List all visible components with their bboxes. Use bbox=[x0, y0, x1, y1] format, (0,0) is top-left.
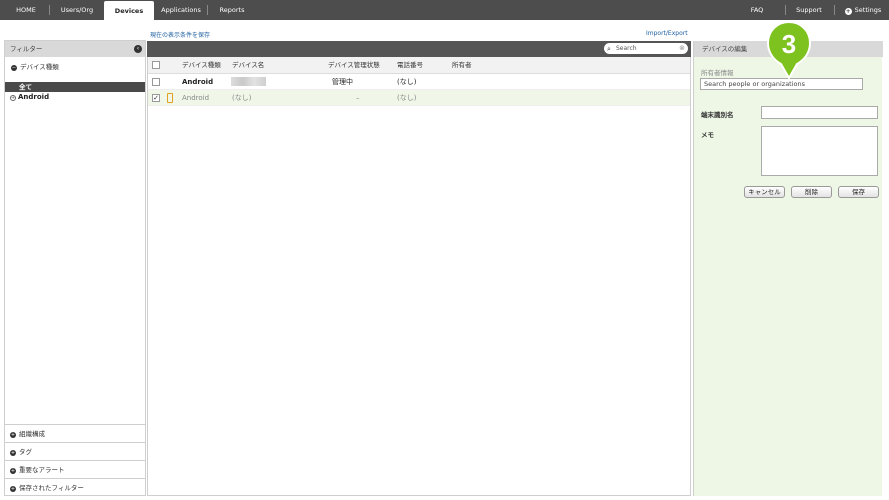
section-label: 重要なアラート bbox=[19, 466, 65, 474]
device-id-field[interactable] bbox=[761, 106, 878, 119]
gear-icon: + bbox=[844, 8, 852, 15]
section-label: タグ bbox=[19, 448, 32, 456]
filter-title: フィルター bbox=[10, 45, 43, 53]
alert-section[interactable]: + 重要なアラート bbox=[5, 460, 145, 478]
org-structure-section[interactable]: + 組織構成 bbox=[5, 424, 145, 442]
memo-label: メモ bbox=[701, 131, 714, 139]
nav-separator bbox=[785, 5, 786, 15]
device-type-section[interactable]: − デバイス種類 bbox=[5, 59, 145, 75]
phone-cell: (なし) bbox=[397, 94, 417, 102]
faq-link[interactable]: FAQ bbox=[742, 0, 772, 20]
section-label: 保存されたフィルター bbox=[19, 484, 84, 492]
top-navigation-bar: HOME Users/Org Devices Applications Repo… bbox=[0, 0, 889, 20]
memo-textarea[interactable] bbox=[761, 126, 878, 176]
clear-icon[interactable]: ⊗ bbox=[679, 43, 685, 54]
filter-item-android[interactable]: + Android bbox=[10, 93, 49, 101]
support-link[interactable]: Support bbox=[790, 0, 828, 20]
collapse-circle-icon: − bbox=[11, 65, 17, 71]
search-placeholder: Search bbox=[616, 45, 637, 52]
expand-icon: + bbox=[10, 95, 16, 101]
device-name-redacted bbox=[231, 77, 266, 86]
tab-devices[interactable]: Devices bbox=[104, 1, 154, 20]
col-phone-number[interactable]: 電話番号 bbox=[397, 57, 423, 74]
expand-circle-icon: + bbox=[10, 468, 16, 474]
status-cell: – bbox=[356, 94, 360, 102]
owner-label: 所有者情報 bbox=[701, 69, 734, 77]
select-all-checkbox[interactable] bbox=[152, 61, 160, 69]
device-id-label: 端末識別名 bbox=[701, 111, 734, 119]
row-checkbox[interactable] bbox=[152, 78, 160, 86]
table-row[interactable]: Android 管理中 (なし) bbox=[148, 74, 690, 90]
nav-separator bbox=[207, 5, 208, 15]
android-label: Android bbox=[18, 93, 50, 101]
expand-circle-icon: + bbox=[10, 450, 16, 456]
step-number: 3 bbox=[782, 29, 796, 59]
settings-label: Settings bbox=[854, 6, 882, 14]
device-edit-panel: デバイスの編集 所有者情報 Search people or organizat… bbox=[693, 41, 883, 496]
save-view-link[interactable]: 現在の表示条件を保存 bbox=[150, 30, 210, 39]
tab-home[interactable]: HOME bbox=[4, 0, 48, 20]
nav-separator bbox=[49, 5, 50, 15]
device-type-label: デバイス種類 bbox=[20, 63, 59, 71]
filter-header: フィルター ‹ bbox=[5, 41, 145, 57]
col-device-name[interactable]: デバイス名 bbox=[232, 57, 264, 74]
tab-reports[interactable]: Reports bbox=[210, 0, 254, 20]
cancel-button[interactable]: キャンセル bbox=[744, 186, 785, 198]
search-icon: ⌕ bbox=[607, 45, 611, 53]
row-checkbox-checked[interactable]: ✓ bbox=[152, 94, 160, 102]
device-type-cell: Android bbox=[182, 78, 214, 86]
collapse-icon[interactable]: ‹ bbox=[134, 45, 142, 53]
delete-button[interactable]: 削除 bbox=[791, 186, 832, 198]
phone-icon bbox=[167, 93, 173, 103]
tab-applications[interactable]: Applications bbox=[156, 0, 206, 20]
col-management-status[interactable]: デバイス管理状態 bbox=[328, 57, 380, 74]
device-name-cell: (なし) bbox=[232, 94, 252, 102]
step-marker-icon: 3 bbox=[766, 20, 812, 80]
section-label: 組織構成 bbox=[19, 430, 45, 438]
device-grid: デバイス種類 デバイス名 デバイス管理状態 電話番号 所有者 Android 管… bbox=[147, 57, 691, 496]
expand-circle-icon: + bbox=[10, 486, 16, 492]
table-row[interactable]: ✓ Android (なし) – (なし) bbox=[148, 90, 690, 106]
phone-cell: (なし) bbox=[397, 78, 417, 86]
tag-section[interactable]: + タグ bbox=[5, 442, 145, 460]
col-device-type[interactable]: デバイス種類 bbox=[182, 57, 221, 74]
import-export-link[interactable]: Import/Export bbox=[646, 30, 688, 37]
filter-sidebar: フィルター ‹ − デバイス種類 全て + Android + 組織構成 + タグ + 重… bbox=[4, 40, 146, 496]
settings-link[interactable]: + Settings bbox=[840, 0, 886, 20]
saved-filter-section[interactable]: + 保存されたフィルター bbox=[5, 478, 145, 496]
expand-circle-icon: + bbox=[10, 432, 16, 438]
status-cell: 管理中 bbox=[332, 78, 353, 86]
search-input[interactable]: ⌕ Search ⊗ bbox=[604, 43, 688, 54]
filter-item-all[interactable]: 全て bbox=[5, 82, 145, 92]
nav-separator bbox=[834, 5, 835, 15]
device-type-cell: Android bbox=[182, 94, 210, 102]
grid-toolbar: ⌕ Search ⊗ bbox=[147, 41, 691, 57]
tab-users-org[interactable]: Users/Org bbox=[52, 0, 102, 20]
grid-header-row: デバイス種類 デバイス名 デバイス管理状態 電話番号 所有者 bbox=[148, 57, 690, 74]
col-owner[interactable]: 所有者 bbox=[452, 57, 472, 74]
save-button[interactable]: 保存 bbox=[838, 186, 879, 198]
